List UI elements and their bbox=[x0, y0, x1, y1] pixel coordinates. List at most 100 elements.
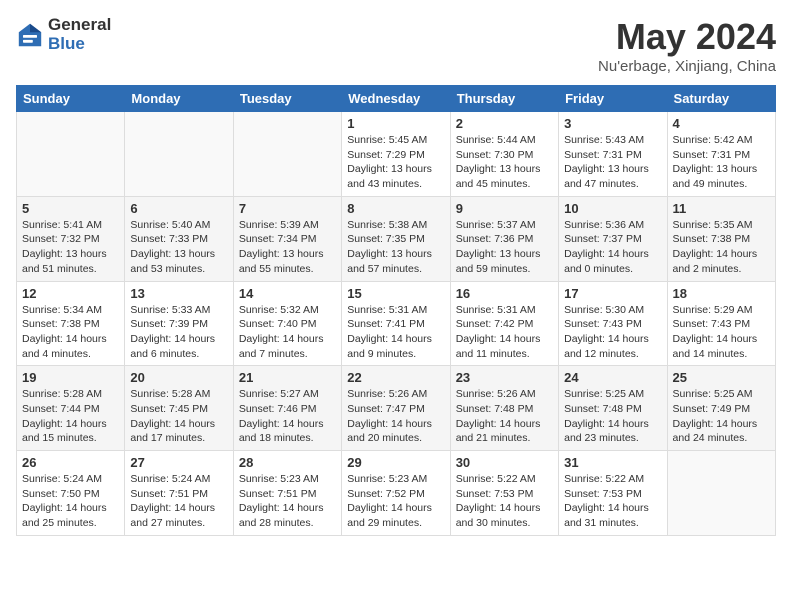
calendar-cell: 7 Sunrise: 5:39 AM Sunset: 7:34 PM Daylig… bbox=[233, 196, 341, 281]
calendar-cell: 24 Sunrise: 5:25 AM Sunset: 7:48 PM Dayli… bbox=[559, 366, 667, 451]
weekday-header-saturday: Saturday bbox=[667, 86, 775, 112]
day-info: Sunrise: 5:39 AM Sunset: 7:34 PM Dayligh… bbox=[239, 218, 336, 277]
day-number: 18 bbox=[673, 286, 770, 301]
day-info: Sunrise: 5:27 AM Sunset: 7:46 PM Dayligh… bbox=[239, 387, 336, 446]
day-number: 27 bbox=[130, 455, 227, 470]
day-info: Sunrise: 5:31 AM Sunset: 7:41 PM Dayligh… bbox=[347, 303, 444, 362]
day-info: Sunrise: 5:26 AM Sunset: 7:48 PM Dayligh… bbox=[456, 387, 553, 446]
weekday-header-thursday: Thursday bbox=[450, 86, 558, 112]
day-info: Sunrise: 5:22 AM Sunset: 7:53 PM Dayligh… bbox=[456, 472, 553, 531]
day-number: 30 bbox=[456, 455, 553, 470]
calendar-cell: 30 Sunrise: 5:22 AM Sunset: 7:53 PM Dayli… bbox=[450, 451, 558, 536]
day-number: 28 bbox=[239, 455, 336, 470]
day-number: 8 bbox=[347, 201, 444, 216]
day-info: Sunrise: 5:25 AM Sunset: 7:49 PM Dayligh… bbox=[673, 387, 770, 446]
logo-general-text: General bbox=[48, 16, 111, 35]
day-number: 9 bbox=[456, 201, 553, 216]
day-number: 1 bbox=[347, 116, 444, 131]
day-info: Sunrise: 5:26 AM Sunset: 7:47 PM Dayligh… bbox=[347, 387, 444, 446]
day-number: 10 bbox=[564, 201, 661, 216]
day-number: 3 bbox=[564, 116, 661, 131]
day-number: 15 bbox=[347, 286, 444, 301]
calendar-cell: 4 Sunrise: 5:42 AM Sunset: 7:31 PM Daylig… bbox=[667, 112, 775, 197]
calendar-cell: 25 Sunrise: 5:25 AM Sunset: 7:49 PM Dayli… bbox=[667, 366, 775, 451]
calendar-cell: 3 Sunrise: 5:43 AM Sunset: 7:31 PM Daylig… bbox=[559, 112, 667, 197]
day-info: Sunrise: 5:38 AM Sunset: 7:35 PM Dayligh… bbox=[347, 218, 444, 277]
calendar-table: SundayMondayTuesdayWednesdayThursdayFrid… bbox=[16, 85, 776, 536]
day-number: 4 bbox=[673, 116, 770, 131]
calendar-week-5: 26Sunrise: 5:24 AM Sunset: 7:50 PM Dayli… bbox=[17, 451, 776, 536]
day-number: 26 bbox=[22, 455, 119, 470]
day-info: Sunrise: 5:41 AM Sunset: 7:32 PM Dayligh… bbox=[22, 218, 119, 277]
logo-icon bbox=[16, 21, 44, 49]
day-info: Sunrise: 5:22 AM Sunset: 7:53 PM Dayligh… bbox=[564, 472, 661, 531]
calendar-cell: 18 Sunrise: 5:29 AM Sunset: 7:43 PM Dayli… bbox=[667, 281, 775, 366]
calendar-cell: 8 Sunrise: 5:38 AM Sunset: 7:35 PM Daylig… bbox=[342, 196, 450, 281]
day-info: Sunrise: 5:45 AM Sunset: 7:29 PM Dayligh… bbox=[347, 133, 444, 192]
logo: General Blue bbox=[16, 16, 111, 53]
title-section: May 2024 Nu'erbage, Xinjiang, China bbox=[598, 16, 776, 75]
day-info: Sunrise: 5:30 AM Sunset: 7:43 PM Dayligh… bbox=[564, 303, 661, 362]
day-info: Sunrise: 5:29 AM Sunset: 7:43 PM Dayligh… bbox=[673, 303, 770, 362]
calendar-week-1: 1 Sunrise: 5:45 AM Sunset: 7:29 PM Daylig… bbox=[17, 112, 776, 197]
calendar-cell: 21Sunrise: 5:27 AM Sunset: 7:46 PM Dayli… bbox=[233, 366, 341, 451]
calendar-cell: 6 Sunrise: 5:40 AM Sunset: 7:33 PM Daylig… bbox=[125, 196, 233, 281]
calendar-cell: 15 Sunrise: 5:31 AM Sunset: 7:41 PM Dayli… bbox=[342, 281, 450, 366]
day-number: 13 bbox=[130, 286, 227, 301]
day-info: Sunrise: 5:31 AM Sunset: 7:42 PM Dayligh… bbox=[456, 303, 553, 362]
day-info: Sunrise: 5:28 AM Sunset: 7:44 PM Dayligh… bbox=[22, 387, 119, 446]
day-number: 14 bbox=[239, 286, 336, 301]
weekday-header-row: SundayMondayTuesdayWednesdayThursdayFrid… bbox=[17, 86, 776, 112]
calendar-cell: 16 Sunrise: 5:31 AM Sunset: 7:42 PM Dayli… bbox=[450, 281, 558, 366]
day-number: 2 bbox=[456, 116, 553, 131]
calendar-cell bbox=[17, 112, 125, 197]
calendar-week-2: 5 Sunrise: 5:41 AM Sunset: 7:32 PM Daylig… bbox=[17, 196, 776, 281]
day-info: Sunrise: 5:40 AM Sunset: 7:33 PM Dayligh… bbox=[130, 218, 227, 277]
day-info: Sunrise: 5:24 AM Sunset: 7:51 PM Dayligh… bbox=[130, 472, 227, 531]
day-number: 25 bbox=[673, 370, 770, 385]
calendar-title: May 2024 bbox=[598, 16, 776, 58]
day-number: 22 bbox=[347, 370, 444, 385]
day-number: 19 bbox=[22, 370, 119, 385]
calendar-cell bbox=[125, 112, 233, 197]
logo-blue-text: Blue bbox=[48, 35, 111, 54]
day-info: Sunrise: 5:28 AM Sunset: 7:45 PM Dayligh… bbox=[130, 387, 227, 446]
day-info: Sunrise: 5:34 AM Sunset: 7:38 PM Dayligh… bbox=[22, 303, 119, 362]
day-number: 7 bbox=[239, 201, 336, 216]
day-info: Sunrise: 5:23 AM Sunset: 7:51 PM Dayligh… bbox=[239, 472, 336, 531]
calendar-cell bbox=[667, 451, 775, 536]
day-number: 24 bbox=[564, 370, 661, 385]
day-info: Sunrise: 5:25 AM Sunset: 7:48 PM Dayligh… bbox=[564, 387, 661, 446]
day-info: Sunrise: 5:37 AM Sunset: 7:36 PM Dayligh… bbox=[456, 218, 553, 277]
weekday-header-tuesday: Tuesday bbox=[233, 86, 341, 112]
page-header: General Blue May 2024 Nu'erbage, Xinjian… bbox=[16, 16, 776, 75]
calendar-cell: 28 Sunrise: 5:23 AM Sunset: 7:51 PM Dayli… bbox=[233, 451, 341, 536]
calendar-cell: 19 Sunrise: 5:28 AM Sunset: 7:44 PM Dayli… bbox=[17, 366, 125, 451]
day-number: 16 bbox=[456, 286, 553, 301]
day-info: Sunrise: 5:36 AM Sunset: 7:37 PM Dayligh… bbox=[564, 218, 661, 277]
day-number: 23 bbox=[456, 370, 553, 385]
weekday-header-sunday: Sunday bbox=[17, 86, 125, 112]
day-info: Sunrise: 5:35 AM Sunset: 7:38 PM Dayligh… bbox=[673, 218, 770, 277]
day-number: 11 bbox=[673, 201, 770, 216]
day-number: 17 bbox=[564, 286, 661, 301]
calendar-cell: 9 Sunrise: 5:37 AM Sunset: 7:36 PM Daylig… bbox=[450, 196, 558, 281]
calendar-cell: 14 Sunrise: 5:32 AM Sunset: 7:40 PM Dayli… bbox=[233, 281, 341, 366]
calendar-cell: 5 Sunrise: 5:41 AM Sunset: 7:32 PM Daylig… bbox=[17, 196, 125, 281]
day-number: 6 bbox=[130, 201, 227, 216]
day-info: Sunrise: 5:32 AM Sunset: 7:40 PM Dayligh… bbox=[239, 303, 336, 362]
calendar-cell: 17 Sunrise: 5:30 AM Sunset: 7:43 PM Dayli… bbox=[559, 281, 667, 366]
calendar-cell: 11 Sunrise: 5:35 AM Sunset: 7:38 PM Dayli… bbox=[667, 196, 775, 281]
calendar-cell: 31Sunrise: 5:22 AM Sunset: 7:53 PM Dayli… bbox=[559, 451, 667, 536]
logo-text: General Blue bbox=[48, 16, 111, 53]
calendar-week-4: 19 Sunrise: 5:28 AM Sunset: 7:44 PM Dayli… bbox=[17, 366, 776, 451]
calendar-cell: 29Sunrise: 5:23 AM Sunset: 7:52 PM Dayli… bbox=[342, 451, 450, 536]
weekday-header-wednesday: Wednesday bbox=[342, 86, 450, 112]
day-info: Sunrise: 5:42 AM Sunset: 7:31 PM Dayligh… bbox=[673, 133, 770, 192]
calendar-cell: 1 Sunrise: 5:45 AM Sunset: 7:29 PM Daylig… bbox=[342, 112, 450, 197]
day-info: Sunrise: 5:44 AM Sunset: 7:30 PM Dayligh… bbox=[456, 133, 553, 192]
day-number: 12 bbox=[22, 286, 119, 301]
day-number: 5 bbox=[22, 201, 119, 216]
day-info: Sunrise: 5:43 AM Sunset: 7:31 PM Dayligh… bbox=[564, 133, 661, 192]
calendar-cell: 26Sunrise: 5:24 AM Sunset: 7:50 PM Dayli… bbox=[17, 451, 125, 536]
